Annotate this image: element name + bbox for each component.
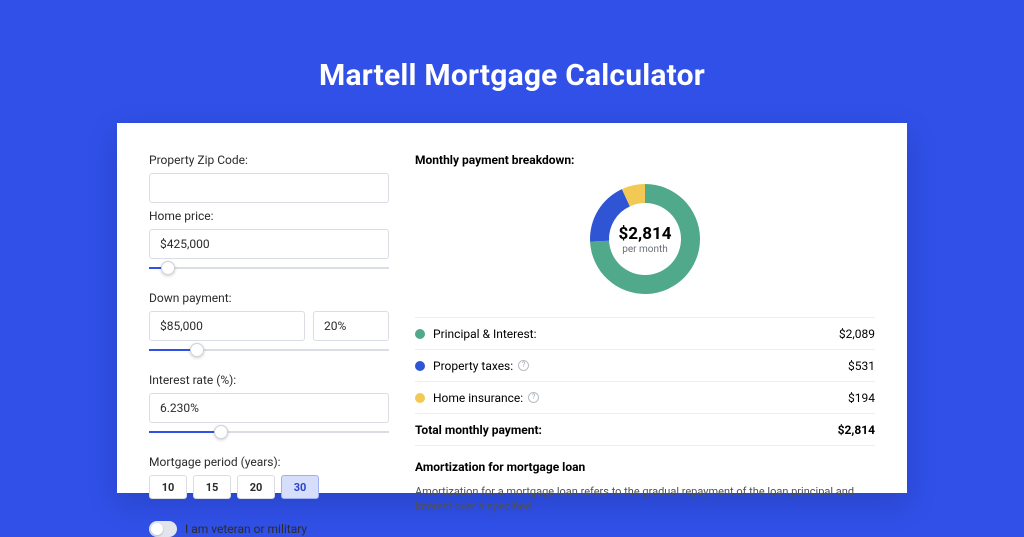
legend-dot-icon	[415, 361, 425, 371]
amortization-body: Amortization for a mortgage loan refers …	[415, 484, 875, 515]
zip-input[interactable]	[149, 173, 389, 203]
rate-slider[interactable]	[149, 425, 389, 439]
page-title: Martell Mortgage Calculator	[319, 58, 705, 93]
rate-input[interactable]	[149, 393, 389, 423]
veteran-toggle[interactable]	[149, 521, 177, 537]
amortization-section: Amortization for mortgage loan Amortizat…	[415, 460, 875, 515]
help-icon[interactable]: ?	[518, 360, 529, 371]
legend-row-total: Total monthly payment:$2,814	[415, 414, 875, 446]
rate-label: Interest rate (%):	[149, 373, 389, 387]
breakdown-column: Monthly payment breakdown: $2,814 per mo…	[415, 153, 875, 463]
legend-total-value: $2,814	[838, 423, 875, 437]
down-label: Down payment:	[149, 291, 389, 305]
period-options: 10152030	[149, 475, 389, 499]
price-label: Home price:	[149, 209, 389, 223]
legend: Principal & Interest:$2,089Property taxe…	[415, 317, 875, 446]
legend-row-tax: Property taxes:?$531	[415, 350, 875, 382]
help-icon[interactable]: ?	[528, 392, 539, 403]
period-group: Mortgage period (years): 10152030	[149, 455, 389, 499]
legend-dot-icon	[415, 393, 425, 403]
veteran-label: I am veteran or military	[185, 522, 307, 536]
legend-total-name: Total monthly payment:	[415, 423, 838, 437]
down-group: Down payment:	[149, 291, 389, 367]
inputs-column: Property Zip Code: Home price: Down paym…	[149, 153, 389, 463]
price-group: Home price:	[149, 209, 389, 285]
price-input[interactable]	[149, 229, 389, 259]
legend-value: $2,089	[839, 327, 875, 341]
donut-amount: $2,814	[619, 224, 672, 244]
zip-label: Property Zip Code:	[149, 153, 389, 167]
price-slider[interactable]	[149, 261, 389, 275]
legend-row-ins: Home insurance:?$194	[415, 382, 875, 414]
breakdown-title: Monthly payment breakdown:	[415, 153, 875, 167]
period-option-30[interactable]: 30	[281, 475, 319, 499]
donut-sub: per month	[622, 244, 668, 255]
down-slider[interactable]	[149, 343, 389, 357]
calculator-card: Property Zip Code: Home price: Down paym…	[117, 123, 907, 493]
period-label: Mortgage period (years):	[149, 455, 389, 469]
down-amount-input[interactable]	[149, 311, 305, 341]
down-pct-input[interactable]	[313, 311, 389, 341]
zip-group: Property Zip Code:	[149, 153, 389, 203]
veteran-row: I am veteran or military	[149, 521, 389, 537]
legend-row-pi: Principal & Interest:$2,089	[415, 318, 875, 350]
legend-value: $194	[848, 391, 875, 405]
period-option-10[interactable]: 10	[149, 475, 187, 499]
period-option-20[interactable]: 20	[237, 475, 275, 499]
rate-group: Interest rate (%):	[149, 373, 389, 449]
legend-name: Home insurance:?	[433, 391, 848, 405]
legend-value: $531	[848, 359, 875, 373]
legend-name: Principal & Interest:	[433, 327, 839, 341]
donut-chart: $2,814 per month	[415, 179, 875, 299]
period-option-15[interactable]: 15	[193, 475, 231, 499]
legend-dot-icon	[415, 329, 425, 339]
legend-name: Property taxes:?	[433, 359, 848, 373]
app-root: Martell Mortgage Calculator Property Zip…	[0, 0, 1024, 512]
amortization-title: Amortization for mortgage loan	[415, 460, 875, 474]
